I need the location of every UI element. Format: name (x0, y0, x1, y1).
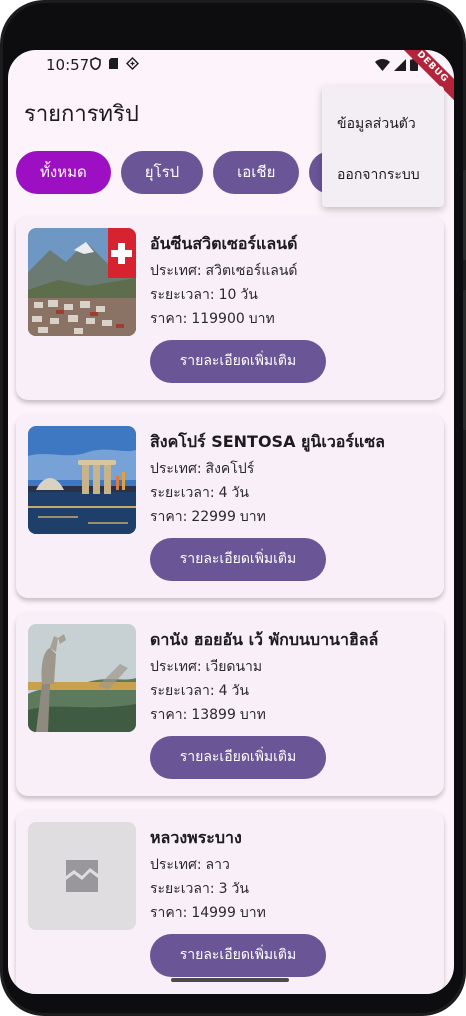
duration-label: ระยะเวลา: (150, 287, 215, 303)
trip-duration-line: ระยะเวลา: 4 วัน (150, 482, 249, 504)
price-label: ราคา: (150, 707, 188, 723)
overflow-menu: ข้อมูลส่วนตัว ออกจากระบบ (322, 86, 444, 207)
details-button[interactable]: รายละเอียดเพิ่มเติม (150, 934, 326, 977)
trip-country: สิงคโปร์ (205, 461, 255, 477)
trip-duration: 4 (218, 683, 228, 699)
price-unit: บาท (239, 509, 266, 525)
price-label: ราคา: (150, 905, 188, 921)
price-label: ราคา: (150, 311, 188, 327)
duration-unit: วัน (231, 881, 249, 897)
trip-price-line: ราคา: 119900 บาท (150, 308, 275, 330)
country-label: ประเทศ: (150, 857, 202, 873)
trip-country: ลาว (205, 857, 230, 873)
trip-duration-line: ระยะเวลา: 3 วัน (150, 878, 249, 900)
trip-title: สิงคโปร์ SENTOSA ยูนิเวอร์แซล (150, 432, 385, 451)
trip-title: ดานัง ฮอยอัน เว้ พักบนบานาฮิลล์ (150, 630, 379, 649)
status-bar: 10:57 DEBUG (8, 50, 454, 106)
trip-price: 119900 (191, 311, 245, 327)
price-unit: บาท (248, 311, 275, 327)
trip-card[interactable]: หลวงพระบาง ประเทศ: ลาว ระยะเวลา: 3 วัน ราคา… (16, 810, 444, 994)
sd-card-icon (109, 58, 118, 69)
duration-unit: วัน (231, 683, 249, 699)
trip-title: อันซีนสวิตเซอร์แลนด์ (150, 234, 298, 253)
trip-country: สวิตเซอร์แลนด์ (205, 263, 298, 279)
status-notification-icons (90, 57, 139, 70)
trip-duration: 3 (218, 881, 228, 897)
trip-price: 22999 (191, 509, 236, 525)
duration-label: ระยะเวลา: (150, 485, 215, 501)
trip-image-switzerland (28, 228, 136, 336)
duration-label: ระยะเวลา: (150, 881, 215, 897)
gesture-nav-handle[interactable] (171, 978, 289, 982)
details-button[interactable]: รายละเอียดเพิ่มเติม (150, 340, 326, 383)
data-saver-icon (126, 57, 139, 70)
broken-image-icon (66, 860, 98, 892)
trip-duration: 10 (218, 287, 237, 303)
country-label: ประเทศ: (150, 263, 202, 279)
trip-country-line: ประเทศ: สวิตเซอร์แลนด์ (150, 260, 298, 282)
trip-image-singapore (28, 426, 136, 534)
trip-price: 13899 (191, 707, 236, 723)
trip-country-line: ประเทศ: ลาว (150, 854, 230, 876)
filter-chip-all[interactable]: ทั้งหมด (16, 151, 111, 194)
trip-image-placeholder (28, 822, 136, 930)
trip-price: 14999 (191, 905, 236, 921)
shield-icon (90, 57, 101, 70)
price-unit: บาท (239, 707, 266, 723)
price-label: ราคา: (150, 509, 188, 525)
menu-item-profile[interactable]: ข้อมูลส่วนตัว (337, 113, 416, 135)
filter-chip-europe[interactable]: ยุโรป (120, 151, 204, 194)
wifi-icon (375, 58, 390, 71)
trip-card[interactable]: อันซีนสวิตเซอร์แลนด์ ประเทศ: สวิตเซอร์แลน… (16, 216, 444, 400)
duration-unit: วัน (231, 485, 249, 501)
duration-unit: วัน (240, 287, 258, 303)
trip-duration-line: ระยะเวลา: 4 วัน (150, 680, 249, 702)
trip-card[interactable]: สิงคโปร์ SENTOSA ยูนิเวอร์แซล ประเทศ: สิง… (16, 414, 444, 598)
duration-label: ระยะเวลา: (150, 683, 215, 699)
trip-duration-line: ระยะเวลา: 10 วัน (150, 284, 258, 306)
country-label: ประเทศ: (150, 659, 202, 675)
status-system-icons (375, 58, 418, 71)
price-unit: บาท (239, 905, 266, 921)
details-button[interactable]: รายละเอียดเพิ่มเติม (150, 736, 326, 779)
app-screen: 10:57 DEBUG รายการทริป ทั้งหมด ยุโรป เอเ… (8, 50, 454, 994)
trip-country-line: ประเทศ: เวียดนาม (150, 656, 262, 678)
filter-chip-asia[interactable]: เอเชีย (213, 151, 300, 194)
trip-country-line: ประเทศ: สิงคโปร์ (150, 458, 254, 480)
trip-country: เวียดนาม (205, 659, 263, 675)
trip-price-line: ราคา: 13899 บาท (150, 704, 266, 726)
details-button[interactable]: รายละเอียดเพิ่มเติม (150, 538, 326, 581)
trip-image-vietnam (28, 624, 136, 732)
filter-chip-row: ทั้งหมด ยุโรป เอเชีย (16, 151, 370, 194)
status-time: 10:57 (46, 56, 90, 74)
trip-title: หลวงพระบาง (150, 828, 242, 847)
country-label: ประเทศ: (150, 461, 202, 477)
trip-price-line: ราคา: 14999 บาท (150, 902, 266, 924)
trip-card[interactable]: ดานัง ฮอยอัน เว้ พักบนบานาฮิลล์ ประเทศ: เ… (16, 612, 444, 796)
menu-item-logout[interactable]: ออกจากระบบ (337, 164, 420, 186)
trip-price-line: ราคา: 22999 บาท (150, 506, 266, 528)
trip-duration: 4 (218, 485, 228, 501)
signal-icon (394, 58, 406, 71)
page-title: รายการทริป (24, 102, 139, 127)
